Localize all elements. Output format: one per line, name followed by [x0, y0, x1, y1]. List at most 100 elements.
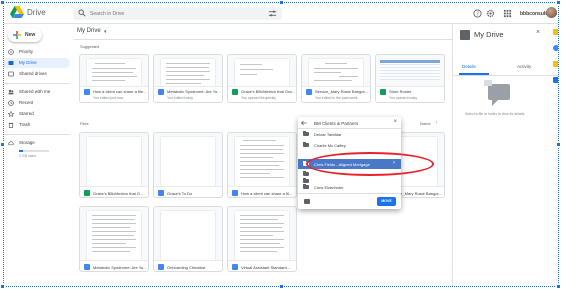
- empty-state-message: Select a file or folder to view its deta…: [465, 112, 525, 116]
- move-dialog-header: BM Clients & Partners ×: [298, 117, 401, 129]
- page-title[interactable]: My Drive: [77, 28, 101, 34]
- new-button-label: New: [25, 32, 36, 38]
- folder-label: Chris Eizenhofer: [314, 185, 344, 190]
- folder-label: Charlie Mc Caffey: [314, 143, 346, 148]
- sort-by-name[interactable]: Name: [420, 121, 431, 126]
- sidebar-item-recent[interactable]: Recent: [4, 98, 70, 108]
- files-heading: Files: [80, 121, 89, 126]
- file-thumbnail: [154, 133, 222, 187]
- sheets-file-icon: [380, 89, 386, 95]
- search-bar[interactable]: [73, 7, 282, 20]
- sidebar-divider: [4, 134, 70, 135]
- docs-file-icon: [232, 264, 238, 270]
- sidebar-item-starred[interactable]: Starred: [4, 109, 70, 119]
- doc-page-preview: [160, 137, 216, 186]
- docs-file-icon: [306, 89, 312, 95]
- sheets-file-icon: [232, 89, 238, 95]
- suggested-card[interactable]: Store Roster You opened today: [375, 54, 445, 103]
- sheets-file-icon: [84, 190, 90, 196]
- search-icon[interactable]: [78, 9, 86, 17]
- close-icon[interactable]: ×: [536, 29, 540, 36]
- move-dialog-title: BM Clients & Partners: [314, 121, 359, 126]
- suggested-card[interactable]: Service_Mary Rosie Bangor... You edited …: [301, 54, 371, 103]
- sidebar: New Priority My Drive Shared drives Shar…: [4, 24, 74, 286]
- doc-page-preview: [86, 137, 142, 186]
- star-icon: [8, 111, 14, 117]
- keep-addon-icon[interactable]: [553, 61, 558, 67]
- file-activity: You edited just now: [93, 96, 124, 100]
- doc-page-preview: [234, 137, 290, 186]
- resize-handle[interactable]: [0, 142, 5, 147]
- close-icon[interactable]: ×: [393, 119, 397, 125]
- resize-handle[interactable]: [556, 0, 561, 5]
- resize-handle[interactable]: [556, 142, 561, 147]
- sidebar-item-shared-drives[interactable]: Shared drives: [4, 69, 70, 79]
- file-card[interactable]: Virtual Assistant Standard...: [227, 206, 297, 272]
- search-options-icon[interactable]: [268, 9, 277, 18]
- sidebar-divider: [4, 83, 70, 84]
- sidebar-item-priority[interactable]: Priority: [4, 47, 70, 57]
- resize-handle[interactable]: [279, 0, 284, 5]
- sidebar-item-label: Shared with me: [19, 89, 51, 94]
- sidebar-item-label: Starred: [19, 111, 34, 116]
- storage-fill: [19, 150, 23, 152]
- file-card[interactable]: Onboarding Checklist: [153, 206, 223, 272]
- file-name: Service_Mary Rosie Bangor...: [315, 89, 368, 94]
- file-name: Metabolic Syndrome: Are Yo...: [93, 265, 147, 270]
- recent-icon: [8, 100, 14, 106]
- search-input[interactable]: [90, 7, 260, 20]
- file-thumbnail: [302, 55, 370, 87]
- apps-grid-icon[interactable]: [503, 9, 512, 18]
- avatar[interactable]: [546, 7, 557, 18]
- docs-file-icon: [84, 89, 90, 95]
- drive-logo-icon[interactable]: [10, 6, 24, 19]
- folder-row[interactable]: Chris Eizenhofer: [298, 182, 401, 192]
- resize-handle[interactable]: [0, 284, 5, 289]
- file-card[interactable]: Grace's To Do: [153, 132, 223, 198]
- resize-handle[interactable]: [556, 284, 561, 289]
- help-icon[interactable]: ?: [473, 9, 482, 18]
- back-arrow-icon[interactable]: [301, 120, 307, 126]
- resize-handle[interactable]: [279, 284, 284, 289]
- sidebar-item-label: Shared drives: [19, 71, 47, 76]
- sidebar-item-shared-with-me[interactable]: Shared with me: [4, 87, 70, 97]
- storage-bar: [19, 150, 49, 152]
- suggested-card[interactable]: How a client can share a file... You edi…: [79, 54, 149, 103]
- file-card[interactable]: Metabolic Syndrome: Are Yo...: [79, 206, 149, 272]
- chevron-down-icon[interactable]: ▾: [104, 29, 107, 35]
- settings-gear-icon[interactable]: [486, 9, 495, 18]
- doc-page-preview: [234, 211, 290, 260]
- file-thumbnail: [228, 207, 296, 261]
- move-button[interactable]: MOVE: [377, 197, 396, 206]
- doc-page-preview: [160, 211, 216, 260]
- storage-used-text: 1 GB used: [19, 154, 36, 158]
- resize-handle[interactable]: [0, 0, 5, 5]
- suggested-card[interactable]: Grace's BBxMetrics that Gra... You opene…: [227, 54, 297, 103]
- calendar-addon-icon[interactable]: [553, 29, 558, 35]
- doc-page-preview: [86, 211, 142, 260]
- file-card[interactable]: How a client can share a fil...: [227, 132, 297, 198]
- tab-details[interactable]: Details: [462, 64, 476, 69]
- tasks-addon-icon[interactable]: [553, 45, 558, 51]
- file-name: Grace's BBxMetrics that G...: [93, 191, 144, 196]
- docs-file-icon: [84, 264, 90, 270]
- file-card[interactable]: Grace's BBxMetrics that G...: [79, 132, 149, 198]
- new-folder-icon[interactable]: [304, 199, 310, 204]
- sidebar-item-storage[interactable]: Storage: [4, 138, 70, 148]
- new-button[interactable]: New: [8, 28, 42, 42]
- doc-page-preview: [234, 59, 290, 86]
- sidebar-item-my-drive[interactable]: My Drive: [4, 58, 70, 68]
- contacts-addon-icon[interactable]: [553, 77, 558, 83]
- doc-page-preview: [160, 59, 216, 86]
- sidebar-item-label: My Drive: [19, 60, 37, 65]
- empty-state-illustration: [484, 80, 510, 106]
- folder-row[interactable]: Charlie Mc Caffey: [298, 140, 401, 150]
- folder-row[interactable]: Deloar Tarafdar: [298, 129, 401, 139]
- sidebar-item-trash[interactable]: Trash: [4, 120, 70, 130]
- tab-activity[interactable]: Activity: [517, 64, 531, 69]
- sort-direction-icon[interactable]: ↑: [435, 120, 438, 126]
- file-name: Virtual Assistant Standard...: [241, 265, 291, 270]
- file-thumbnail: [228, 55, 296, 87]
- sidebar-item-label: Storage: [19, 140, 35, 145]
- suggested-card[interactable]: Metabolic Syndrome: Are Yo... You edited…: [153, 54, 223, 103]
